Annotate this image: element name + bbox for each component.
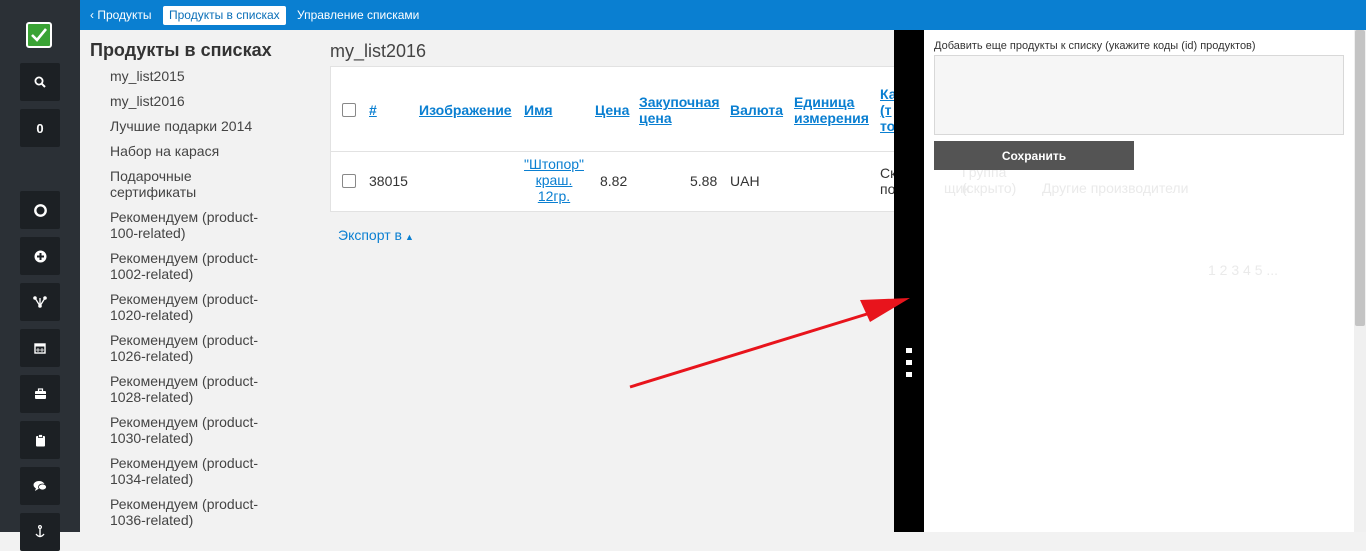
column-header-unit-2[interactable]: измерения [794,110,869,126]
add-products-panel: щик Группа (скрыто) Другие производители… [924,30,1354,532]
page-title: my_list2016 [330,41,427,61]
top-nav-bar: ‹ Продукты Продукты в списках Управление… [80,0,1366,30]
briefcase-icon[interactable] [20,375,60,413]
lifebuoy-icon[interactable] [20,191,60,229]
sidebar-item[interactable]: Рекомендуем (product-1020-related) [110,291,280,323]
sidebar-item[interactable]: Рекомендуем (product-1026-related) [110,332,280,364]
cell-purchase-price: 5.88 [690,173,718,189]
column-header-currency[interactable]: Валюта [730,102,783,118]
sidebar-item[interactable]: Рекомендуем (product-1030-related) [110,414,280,446]
row-checkbox[interactable] [342,174,356,188]
sidebar-item[interactable]: Набор на карася [110,143,280,159]
ghost-pagination: 1 2 3 4 5 ... [1208,262,1279,278]
sidebar-item[interactable]: my_list2016 [110,93,280,109]
export-label: Экспорт в [338,227,402,243]
ghost-text: (скрыто) [962,180,1017,196]
lists-menu: my_list2015 my_list2016 Лучшие подарки 2… [110,68,280,537]
export-dropdown[interactable]: Экспорт в ▲ [338,227,414,243]
column-header-purchase-price[interactable]: Закупочная [639,94,720,110]
search-icon[interactable] [20,63,60,101]
save-button[interactable]: Сохранить [934,141,1134,170]
nav-manage-lists[interactable]: Управление списками [291,6,425,25]
drag-dot-icon [906,348,912,353]
product-name-link-3[interactable]: 12гр. [522,188,586,204]
product-name-link-2[interactable]: краш. [522,172,586,188]
sidebar-item[interactable]: Рекомендуем (product-100-related) [110,209,280,241]
sidebar-item[interactable]: Рекомендуем (product-1028-related) [110,373,280,405]
sidebar-item[interactable]: Рекомендуем (product-1002-related) [110,250,280,282]
drag-dot-icon [906,372,912,377]
product-ids-textarea[interactable] [934,55,1344,135]
column-header-image[interactable]: Изображение [419,102,512,118]
sidebar-item[interactable]: my_list2015 [110,68,280,84]
lists-sidebar: Продукты в списках my_list2015 my_list20… [80,30,306,532]
row-divider [331,151,911,152]
clipboard-icon[interactable] [20,421,60,459]
add-circle-icon[interactable] [20,237,60,275]
sidebar-title: Продукты в списках [90,40,272,60]
ghost-text: Другие производители [1042,180,1189,196]
comments-icon[interactable] [20,467,60,505]
column-header-unit[interactable]: Единица [794,94,854,110]
column-header-price[interactable]: Цена [595,102,629,118]
sidebar-item[interactable]: Лучшие подарки 2014 [110,118,280,134]
sitemap-icon[interactable] [20,283,60,321]
sidebar-item[interactable]: Рекомендуем (product-1034-related) [110,455,280,487]
caret-up-icon: ▲ [404,232,414,242]
nav-products-in-lists[interactable]: Продукты в списках [163,6,286,25]
panel-resize-handle[interactable] [894,30,924,532]
column-header-category-3[interactable]: то [880,118,895,134]
cell-price: 8.82 [600,173,628,189]
cart-count-button[interactable]: 0 [20,109,60,147]
checkmark-logo-icon[interactable] [26,22,52,48]
calendar-icon[interactable] [20,329,60,367]
page-scrollbar[interactable] [1354,30,1366,532]
products-table: # Изображение Имя Цена Закупочная цена В… [330,66,912,212]
main-content: my_list2016 # Изображение Имя Цена Закуп… [306,30,912,532]
scrollbar-thumb[interactable] [1355,30,1365,326]
select-all-checkbox[interactable] [342,103,356,117]
column-header-purchase-price-2[interactable]: цена [639,110,672,126]
sidebar-item[interactable]: Подарочные сертификаты [110,168,280,200]
column-header-category-2[interactable]: (т [880,102,892,118]
drag-dot-icon [906,360,912,365]
sidebar-item[interactable]: Рекомендуем (product-1036-related) [110,496,280,528]
cell-id: 38015 [369,173,408,189]
cart-count: 0 [36,120,44,136]
cell-currency: UAH [730,173,760,189]
anchor-icon[interactable] [20,513,60,551]
nav-back-products[interactable]: ‹ Продукты [84,6,158,25]
left-rail: 0 [0,0,80,551]
column-header-id[interactable]: # [369,102,377,118]
product-name-link[interactable]: "Штопор" [522,156,586,172]
add-products-label: Добавить еще продукты к списку (укажите … [934,40,1256,52]
column-header-name[interactable]: Имя [524,102,553,118]
